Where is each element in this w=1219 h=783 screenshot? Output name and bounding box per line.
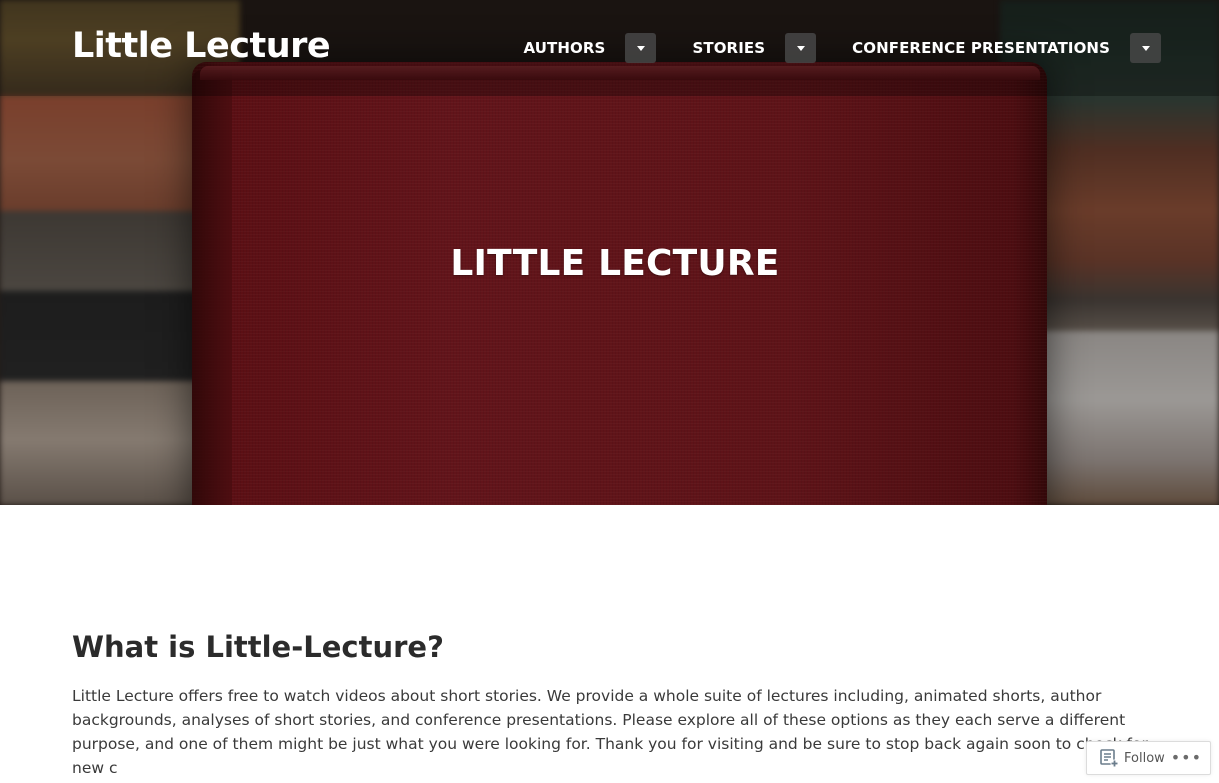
intro-paragraph: Little Lecture offers free to watch vide… [72, 687, 1148, 777]
more-options-button[interactable]: ••• [1171, 750, 1202, 766]
ellipsis-icon: ••• [1170, 748, 1202, 767]
reader-follow-icon [1100, 749, 1119, 768]
chevron-down-icon [796, 45, 805, 51]
conference-presentations-submenu-toggle[interactable] [1130, 33, 1161, 63]
hero-heading: LITTLE LECTURE [450, 243, 780, 284]
nav-item-conference-presentations: CONFERENCE PRESENTATIONS [852, 33, 1161, 63]
stories-submenu-toggle[interactable] [785, 33, 817, 63]
hero-header: Little Lecture AUTHORS STORIES CONFERENC… [0, 0, 1219, 505]
follow-button[interactable]: Follow [1087, 748, 1165, 768]
chevron-down-icon [1141, 45, 1150, 51]
chevron-down-icon [636, 45, 645, 51]
nav-link-conference-presentations[interactable]: CONFERENCE PRESENTATIONS [852, 39, 1110, 57]
authors-submenu-toggle[interactable] [625, 33, 657, 63]
follow-bar: Follow ••• [1086, 741, 1211, 775]
nav-item-stories: STORIES [692, 33, 817, 63]
main-navigation: AUTHORS STORIES CONFERENCE PRESENTATIONS [488, 33, 1161, 63]
nav-link-stories[interactable]: STORIES [692, 39, 765, 57]
main-content: What is Little-Lecture? Little Lecture o… [72, 630, 1162, 780]
section-heading: What is Little-Lecture? [72, 630, 444, 664]
nav-link-authors[interactable]: AUTHORS [524, 39, 606, 57]
site-title[interactable]: Little Lecture [72, 26, 331, 66]
nav-item-authors: AUTHORS [524, 33, 657, 63]
follow-label: Follow [1124, 750, 1165, 766]
book-spine [192, 70, 232, 505]
